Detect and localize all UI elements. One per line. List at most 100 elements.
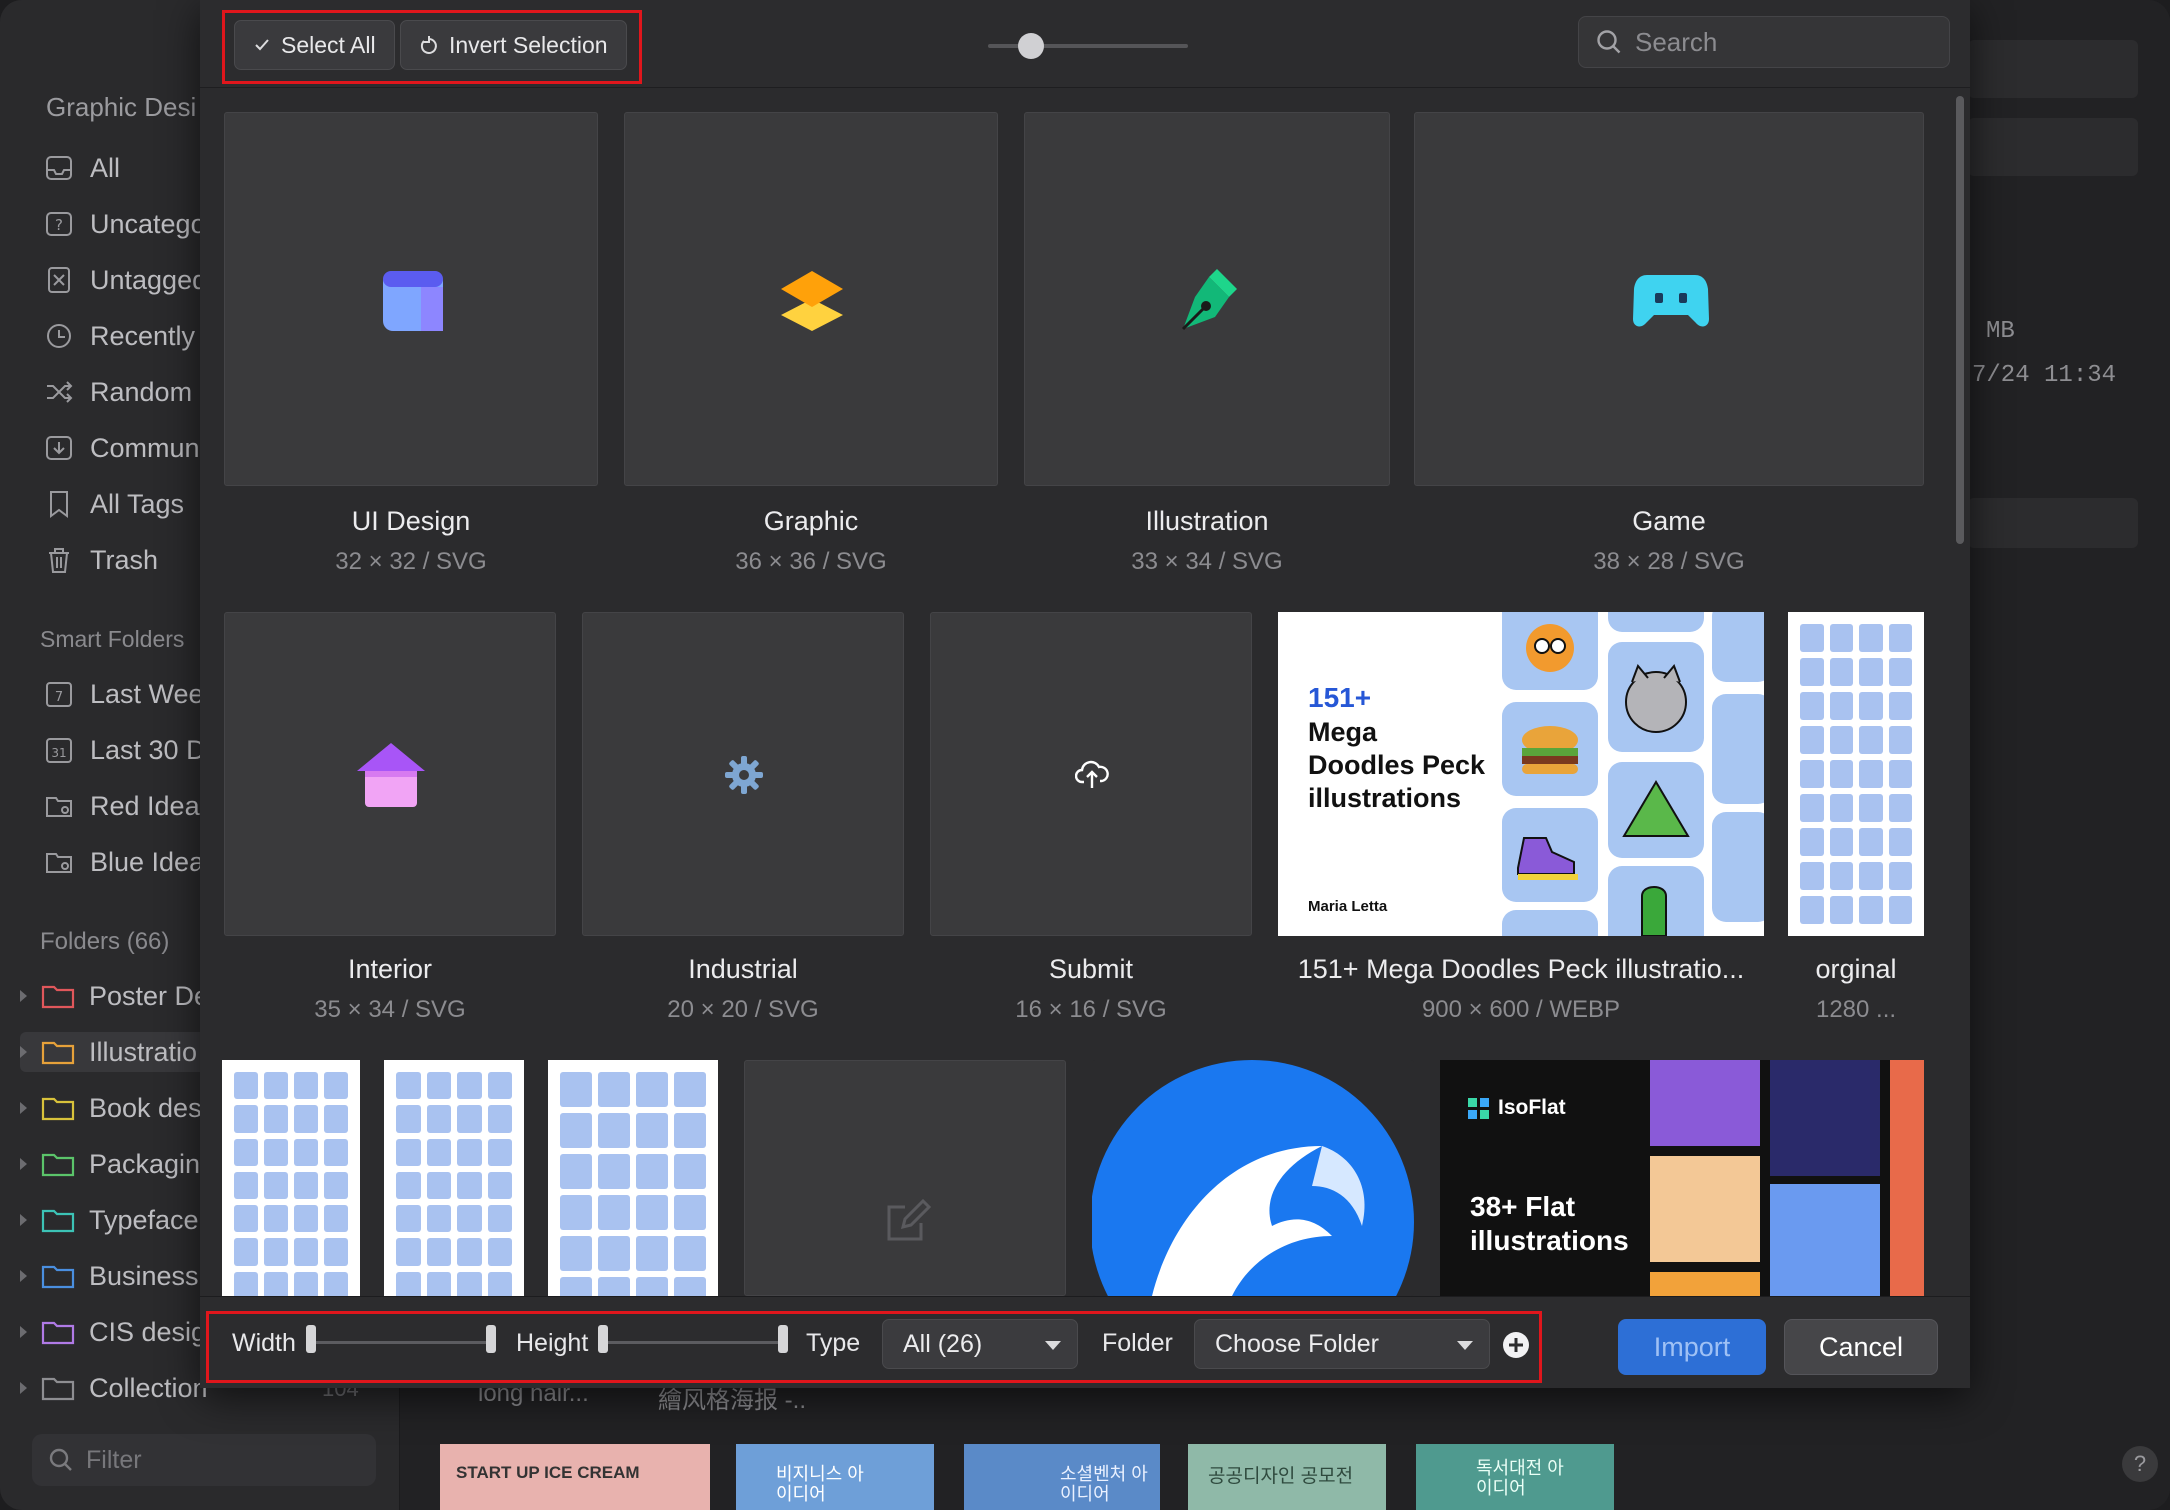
sidebar-item-uncategorized[interactable]: ? Uncatego	[44, 204, 206, 244]
folder-label: Typeface	[89, 1204, 199, 1235]
expand-icon[interactable]	[20, 1270, 27, 1282]
item-tile-graphic[interactable]	[624, 112, 998, 486]
item-meta: 38 × 28 / SVG	[1593, 548, 1745, 575]
background-thumb[interactable]: 소셜벤처 아이디어	[964, 1444, 1160, 1510]
expand-icon[interactable]	[20, 1046, 27, 1058]
folder-label: Collection	[89, 1372, 208, 1403]
search-placeholder: Search	[1635, 26, 1718, 57]
folder-icon	[41, 1153, 75, 1177]
thumb-author: Maria Letta	[1308, 898, 1388, 915]
folder-business[interactable]: Business	[20, 1256, 199, 1296]
thumb-title-line: illustrations	[1308, 783, 1462, 813]
item-tile-orginal[interactable]	[1788, 612, 1924, 936]
item-tile-isoflat[interactable]: IsoFlat 38+ Flat illustrations	[1440, 1060, 1924, 1296]
thumb-number: 151+	[1308, 682, 1372, 713]
item-tile-sticker-sheet-2[interactable]	[384, 1060, 524, 1296]
smart-folder-last-week[interactable]: 7 Last Wee	[44, 674, 204, 714]
cloud-upload-icon	[1075, 760, 1109, 788]
sidebar-item-recently[interactable]: Recently	[44, 316, 195, 356]
expand-icon[interactable]	[20, 1382, 27, 1394]
filter-input[interactable]: Filter	[32, 1434, 376, 1486]
item-meta: 33 × 34 / SVG	[1131, 548, 1283, 575]
illustration-block	[1650, 1272, 1760, 1296]
untagged-icon	[48, 267, 70, 293]
sidebar-item-all-tags[interactable]: All Tags	[44, 484, 184, 524]
search-icon	[1597, 30, 1621, 54]
sidebar-item-trash[interactable]: Trash	[44, 540, 158, 580]
thumbnail-size-slider-knob[interactable]	[1018, 33, 1044, 59]
illustration-block	[1770, 1060, 1880, 1176]
background-panel	[1968, 40, 2138, 98]
illustration-block	[1890, 1060, 1924, 1296]
item-tile-illustration[interactable]	[1024, 112, 1390, 486]
expand-icon[interactable]	[20, 1158, 27, 1170]
doodle-cell	[1608, 866, 1704, 936]
item-name: Illustration	[1145, 506, 1269, 536]
edit-icon	[887, 1198, 931, 1241]
grid-scrollbar[interactable]	[1956, 96, 1964, 544]
folder-packaging[interactable]: Packagin	[20, 1144, 200, 1184]
thumb-text: START UP ICE CREAM	[456, 1463, 640, 1482]
folder-book-design[interactable]: Book des	[20, 1088, 202, 1128]
smart-folder-blue-ideas[interactable]: Blue Idea	[44, 842, 204, 882]
search-input[interactable]: Search	[1578, 16, 1950, 68]
illustration-block	[1770, 1184, 1880, 1296]
app-window: Graphic Desi All ? Uncatego Untagged Rec…	[0, 0, 2170, 1510]
folder-poster-design[interactable]: Poster De	[20, 976, 209, 1016]
folder-icon	[41, 1265, 75, 1289]
help-button[interactable]: ?	[2122, 1446, 2158, 1482]
folder-label: CIS desig	[89, 1316, 207, 1347]
library-title[interactable]: Graphic Desi	[46, 92, 196, 123]
item-tile-ui-design[interactable]	[224, 112, 598, 486]
item-tile-sticker-sheet-3[interactable]	[548, 1060, 718, 1296]
cancel-button[interactable]: Cancel	[1784, 1319, 1938, 1375]
sidebar-item-label: Trash	[90, 544, 159, 575]
item-tile-submit[interactable]	[930, 612, 1252, 936]
thumb-title-line: Mega	[1308, 717, 1378, 747]
background-thumb[interactable]: START UP ICE CREAM	[440, 1444, 710, 1510]
doodle-cell	[1502, 910, 1598, 936]
sidebar-item-untagged[interactable]: Untagged	[44, 260, 207, 300]
sidebar-item-community[interactable]: Communi	[44, 428, 206, 468]
background-thumb[interactable]: 비지니스 아이디어	[736, 1444, 934, 1510]
expand-icon[interactable]	[20, 990, 27, 1002]
smart-folder-last-30-days[interactable]: 31 Last 30 D	[44, 730, 206, 770]
item-tile-edit[interactable]	[744, 1060, 1066, 1296]
sidebar-item-label: Untagged	[90, 264, 208, 295]
background-thumb[interactable]: 독서대전 아이디어	[1416, 1444, 1614, 1510]
folder-collection[interactable]: Collection	[20, 1368, 208, 1408]
inbox-icon	[46, 156, 72, 180]
expand-icon[interactable]	[20, 1326, 27, 1338]
sticker-grid	[234, 1072, 348, 1296]
sidebar-item-all[interactable]: All	[44, 148, 120, 188]
item-tile-game[interactable]	[1414, 112, 1924, 486]
import-button[interactable]: Import	[1618, 1319, 1766, 1375]
sidebar-item-random[interactable]: Random	[44, 372, 192, 412]
folder-typeface[interactable]: Typeface	[20, 1200, 199, 1240]
item-tile-interior[interactable]	[224, 612, 556, 936]
smart-folder-label: Last Wee	[90, 678, 204, 709]
smart-folders-heading: Smart Folders	[40, 626, 185, 652]
item-meta: 20 × 20 / SVG	[667, 996, 819, 1023]
item-name: orginal	[1815, 954, 1897, 984]
expand-icon[interactable]	[20, 1214, 27, 1226]
folder-label: Business	[89, 1260, 199, 1291]
folder-icon	[41, 1321, 75, 1345]
svg-text:7: 7	[55, 690, 63, 705]
item-name: Industrial	[688, 954, 798, 984]
eagle-logo-icon	[1092, 1060, 1414, 1296]
folder-cis-design[interactable]: CIS desig	[20, 1312, 206, 1352]
triangle-doodle-icon	[1622, 780, 1690, 837]
expand-icon[interactable]	[20, 1102, 27, 1114]
item-tile-sticker-sheet-1[interactable]	[222, 1060, 360, 1296]
thumb-title-line: illustrations	[1470, 1225, 1629, 1256]
item-tile-eagle-logo[interactable]	[1092, 1060, 1414, 1296]
smart-folder-red-ideas[interactable]: Red Ideas	[44, 786, 213, 826]
item-tile-doodles[interactable]: 151+ Mega Doodles Peck illustrations Mar…	[1278, 612, 1764, 936]
sidebar-item-label: Uncatego	[90, 208, 206, 239]
background-thumb[interactable]: 공공디자인 공모전	[1188, 1444, 1386, 1510]
background-panel	[1968, 118, 2138, 176]
item-tile-industrial[interactable]	[582, 612, 904, 936]
folder-icon	[41, 1041, 75, 1065]
green-shape-doodle-icon	[1641, 886, 1667, 936]
